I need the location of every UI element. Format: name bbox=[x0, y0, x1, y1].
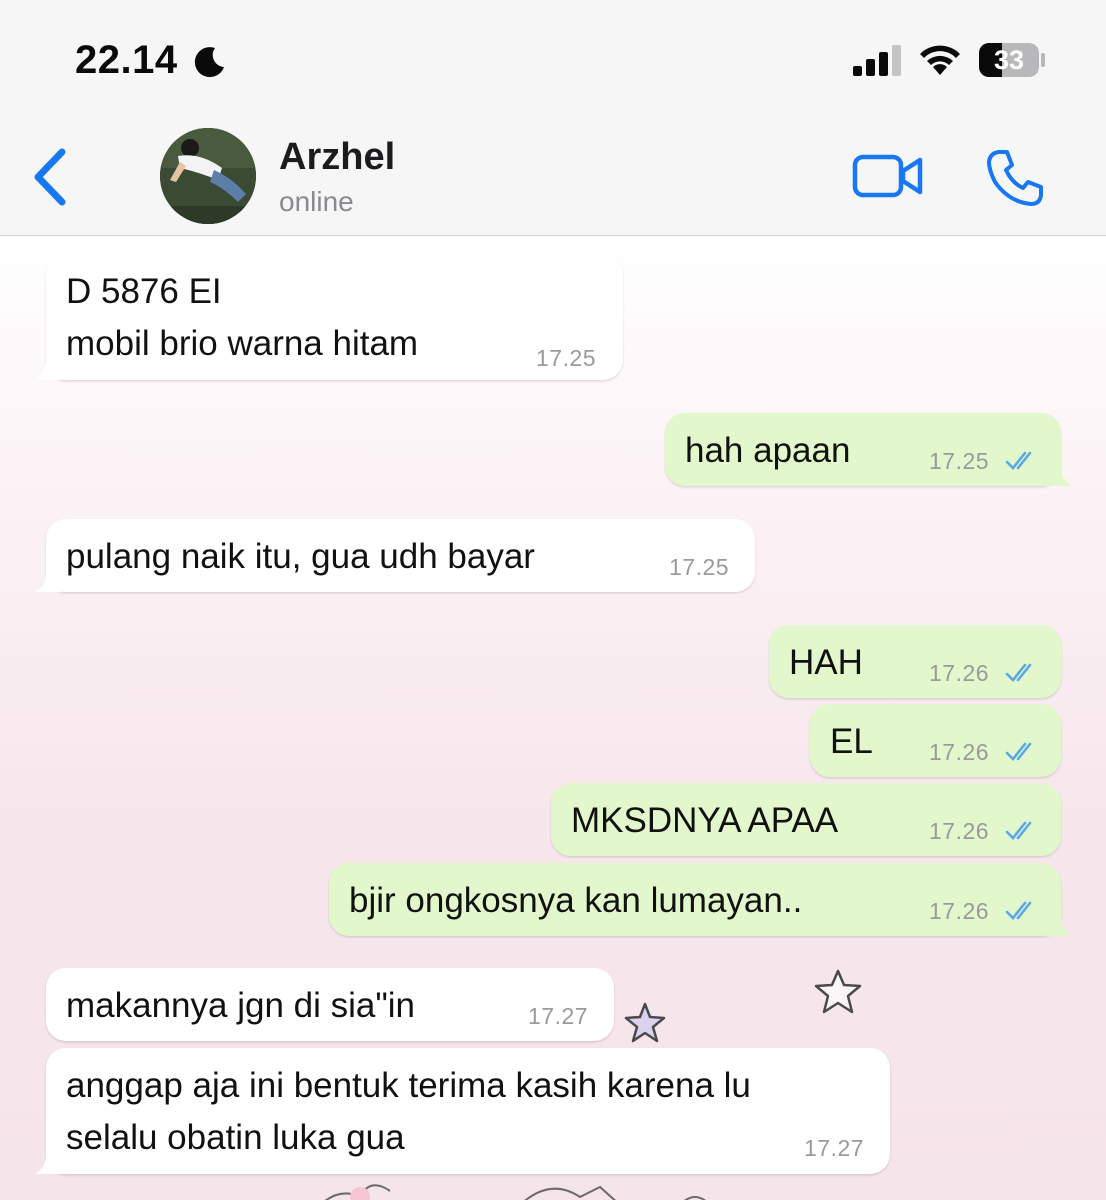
message-time: 17.27 bbox=[528, 1003, 589, 1029]
message-text: HAH bbox=[789, 643, 863, 682]
message-time: 17.25 bbox=[536, 345, 597, 371]
bubble-tail bbox=[1045, 906, 1073, 936]
wifi-icon bbox=[920, 45, 960, 75]
message-text: hah apaan bbox=[685, 431, 851, 470]
wallpaper-star-icon bbox=[624, 1002, 666, 1043]
message-text: makannya jgn di sia"in bbox=[66, 986, 416, 1025]
message-time: 17.26 bbox=[929, 660, 990, 686]
status-time: 22.14 bbox=[75, 38, 178, 82]
read-receipt-icon bbox=[1005, 901, 1032, 920]
message-text: bjir ongkosnya kan lumayan.. bbox=[349, 881, 803, 920]
message-incoming[interactable]: pulang naik itu, gua udh bayar 17.25 bbox=[34, 519, 755, 592]
message-time: 17.27 bbox=[804, 1135, 865, 1161]
message-text: MKSDNYA APAA bbox=[571, 801, 839, 840]
message-time: 17.26 bbox=[929, 818, 990, 844]
contact-avatar[interactable] bbox=[160, 128, 256, 224]
status-bar: 22.14 33 bbox=[0, 0, 1106, 110]
message-outgoing[interactable]: EL 17.26 bbox=[810, 704, 1061, 777]
message-text: mobil brio warna hitam bbox=[66, 324, 419, 363]
message-text: D 5876 EI bbox=[66, 272, 222, 311]
wallpaper-star-icon bbox=[814, 969, 862, 1014]
video-call-icon[interactable] bbox=[852, 152, 924, 200]
message-time: 17.25 bbox=[929, 448, 990, 474]
message-time: 17.26 bbox=[929, 898, 990, 924]
message-outgoing[interactable]: HAH 17.26 bbox=[769, 625, 1061, 698]
message-time: 17.25 bbox=[669, 554, 730, 580]
back-chevron-icon[interactable] bbox=[30, 146, 70, 208]
message-text: anggap aja ini bentuk terima kasih karen… bbox=[66, 1066, 751, 1105]
message-outgoing[interactable]: hah apaan 17.25 bbox=[665, 413, 1073, 486]
battery-icon: 33 bbox=[978, 42, 1046, 78]
read-receipt-icon bbox=[1005, 663, 1032, 682]
read-receipt-icon bbox=[1005, 451, 1032, 470]
bubble-tail bbox=[34, 350, 62, 380]
message-incoming[interactable]: anggap aja ini bentuk terima kasih karen… bbox=[34, 1048, 890, 1174]
battery-level: 33 bbox=[993, 45, 1025, 75]
moon-icon bbox=[194, 47, 224, 78]
message-text: selalu obatin luka gua bbox=[66, 1118, 405, 1157]
message-incoming[interactable]: D 5876 EI mobil brio warna hitam 17.25 bbox=[34, 254, 623, 380]
message-incoming[interactable]: makannya jgn di sia"in 17.27 bbox=[46, 968, 614, 1041]
contact-status: online bbox=[279, 186, 354, 217]
chat-area[interactable]: D 5876 EI mobil brio warna hitam 17.25 h… bbox=[0, 237, 1106, 1200]
cellular-signal-icon bbox=[853, 45, 901, 76]
bubble-tail bbox=[34, 1144, 62, 1174]
read-receipt-icon bbox=[1005, 821, 1032, 840]
message-outgoing[interactable]: bjir ongkosnya kan lumayan.. 17.26 bbox=[329, 863, 1073, 936]
phone-call-icon[interactable] bbox=[985, 148, 1045, 208]
message-time: 17.26 bbox=[929, 739, 990, 765]
contact-name[interactable]: Arzhel bbox=[279, 136, 395, 179]
chat-header: Arzhel online bbox=[0, 110, 1106, 236]
bubble-tail bbox=[34, 562, 62, 592]
message-text: pulang naik itu, gua udh bayar bbox=[66, 537, 535, 576]
bubble-tail bbox=[1045, 456, 1073, 486]
message-text: EL bbox=[830, 722, 873, 761]
message-outgoing[interactable]: MKSDNYA APAA 17.26 bbox=[551, 783, 1061, 856]
read-receipt-icon bbox=[1005, 742, 1032, 761]
